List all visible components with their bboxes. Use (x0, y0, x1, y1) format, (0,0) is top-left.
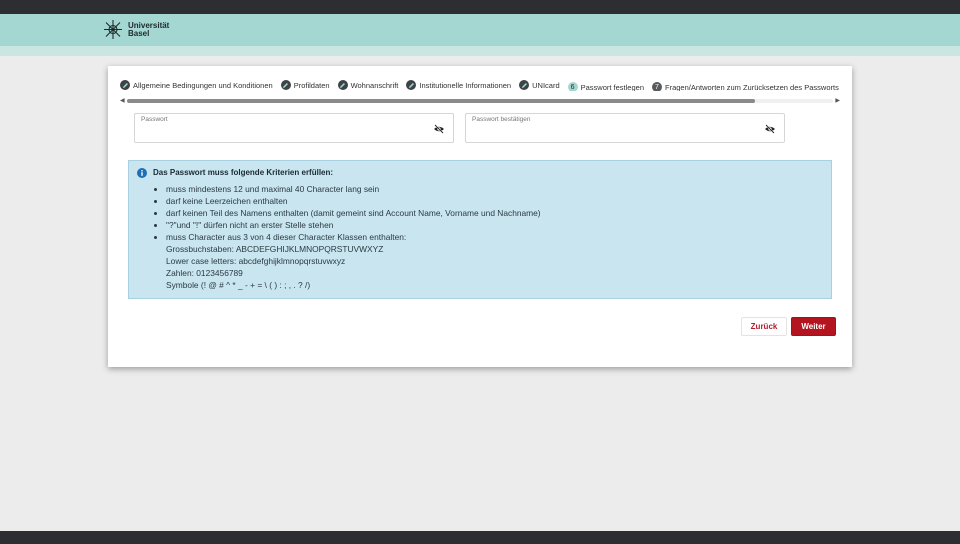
confirm-password-field[interactable]: Passwort bestätigen (465, 113, 785, 143)
logo-line-2: Basel (128, 28, 150, 38)
criteria-item: darf keinen Teil des Namens enthalten (d… (166, 207, 541, 219)
university-logo[interactable]: Universität Basel (102, 19, 169, 40)
criteria-item: muss Character aus 3 von 4 dieser Charac… (166, 232, 407, 242)
wizard-steps: Allgemeine Bedingungen und Konditionen Pr… (120, 79, 840, 91)
pencil-icon (337, 80, 348, 90)
password-field[interactable]: Passwort (134, 113, 454, 143)
character-class-digits: Zahlen: 0123456789 (166, 268, 243, 278)
bottom-bar (0, 531, 960, 544)
wizard-step-label: Wohnanschrift (350, 80, 399, 90)
wizard-step[interactable]: Institutionelle Informationen (406, 79, 511, 91)
next-button[interactable]: Weiter (791, 317, 836, 336)
step-number-badge: 6 (567, 82, 578, 91)
scrollbar-thumb[interactable] (127, 99, 755, 103)
character-class-lowercase: Lower case letters: abcdefghijklmnopqrst… (166, 256, 346, 266)
pencil-icon (519, 80, 530, 90)
wizard-step[interactable]: UNIcard (519, 79, 560, 91)
wizard-step-label: Profildaten (293, 80, 330, 90)
header-strip (0, 46, 960, 56)
criteria-item: muss mindestens 12 und maximal 40 Charac… (166, 183, 541, 195)
character-class-symbols: Symbole (! @ # ^ * _ - + = \ ( ) : ; , .… (166, 280, 311, 290)
password-label: Passwort (141, 116, 168, 123)
confirm-password-input[interactable] (472, 126, 754, 140)
basilisk-logo-icon (104, 20, 122, 39)
back-button[interactable]: Zurück (741, 317, 787, 336)
pencil-icon (280, 80, 291, 90)
wizard-step[interactable]: Wohnanschrift (337, 79, 399, 91)
wizard-step[interactable]: 6 Passwort festlegen (567, 81, 644, 92)
top-bar (0, 0, 960, 14)
wizard-step-label: Fragen/Antworten zum Zurücksetzen des Pa… (665, 82, 839, 92)
eye-slash-icon[interactable] (433, 124, 445, 134)
step-number-badge: 7 (652, 82, 662, 91)
wizard-step[interactable]: 7 Fragen/Antworten zum Zurücksetzen des P… (652, 81, 839, 91)
pencil-icon (120, 80, 130, 90)
steps-scrollbar[interactable]: ◀ ▶ (120, 97, 840, 105)
eye-slash-icon[interactable] (764, 124, 776, 134)
criteria-title: Das Passwort muss folgende Kriterien erf… (153, 168, 334, 177)
registration-card: Allgemeine Bedingungen und Konditionen Pr… (108, 66, 852, 367)
wizard-step[interactable]: Profildaten (280, 79, 330, 91)
wizard-step-label: Passwort festlegen (580, 82, 644, 92)
pencil-icon (406, 80, 417, 90)
scroll-left-icon[interactable]: ◀ (120, 97, 125, 105)
criteria-item: darf keine Leerzeichen enthalten (166, 195, 541, 207)
password-criteria-box: Das Passwort muss folgende Kriterien erf… (128, 160, 832, 299)
criteria-list: muss mindestens 12 und maximal 40 Charac… (153, 183, 541, 291)
password-input[interactable] (141, 126, 423, 140)
character-class-uppercase: Grossbuchstaben: ABCDEFGHIJKLMNOPQRSTUVW… (166, 244, 384, 254)
criteria-item-character-classes: muss Character aus 3 von 4 dieser Charac… (166, 231, 541, 291)
scrollbar-track[interactable] (127, 99, 833, 103)
info-icon (137, 168, 147, 178)
confirm-password-label: Passwort bestätigen (472, 116, 531, 123)
wizard-step-label: Allgemeine Bedingungen und Konditionen (133, 80, 273, 90)
criteria-item: "?"und "!" dürfen nicht an erster Stelle… (166, 219, 541, 231)
wizard-step-label: Institutionelle Informationen (419, 80, 512, 90)
scroll-right-icon[interactable]: ▶ (835, 97, 840, 105)
wizard-step[interactable]: Allgemeine Bedingungen und Konditionen (120, 79, 273, 91)
wizard-step-label: UNIcard (532, 80, 560, 90)
